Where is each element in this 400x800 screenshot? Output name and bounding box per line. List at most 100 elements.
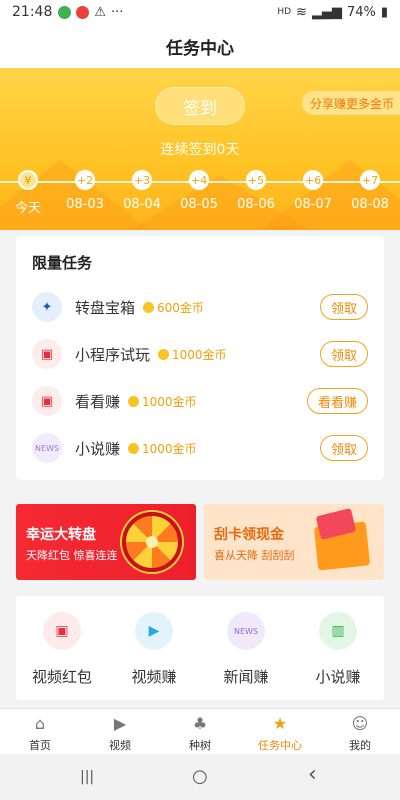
status-bar: 21:48 ⚠ ··· HD ≋ ▂▄▆ 74% ▮ (0, 0, 400, 24)
bottom-tab-bar: ⌂ 首页 ▶ 视频 ♣ 种树 ★ 任务中心 ☺ 我的 (0, 708, 400, 754)
checkin-day-label: 08-04 (123, 197, 161, 212)
earn-shortcuts-card: ▣ 视频红包 ▶ 视频赚 NEWS 新闻赚 ▥ 小说赚 (16, 596, 384, 700)
play-icon: ▶ (135, 612, 173, 650)
app-notification-icon (58, 5, 72, 19)
tab-label: 任务中心 (258, 739, 302, 752)
share-earn-button[interactable]: 分享赚更多金币 (301, 91, 400, 115)
book-icon: ▥ (319, 612, 357, 650)
checkin-day-badge: +7 (360, 170, 380, 190)
home-icon: ⌂ (34, 714, 46, 733)
battery-icon: ▮ (380, 4, 388, 20)
tab-home[interactable]: ⌂ 首页 (5, 713, 75, 753)
shortcut-label: 小说赚 (315, 668, 361, 686)
task-row: ▣ 看看赚 1000金币 看看赚 (16, 381, 384, 421)
back-icon[interactable]: ‹ (308, 762, 317, 787)
app-notification-icon (76, 5, 90, 19)
task-name: 小说赚 (75, 439, 121, 458)
signal-icon: ▂▄▆ (311, 4, 342, 20)
checkin-day-label: 08-06 (237, 197, 275, 212)
checkin-button[interactable]: 签到 (155, 87, 245, 125)
shortcut-video-earn[interactable]: ▶ 视频赚 (109, 612, 199, 687)
notification-icons: ⚠ ··· (58, 5, 123, 20)
tab-label: 我的 (349, 739, 371, 752)
watch-earn-button[interactable]: 看看赚 (306, 388, 368, 414)
tab-video[interactable]: ▶ 视频 (85, 713, 155, 753)
task-name: 小程序试玩 (75, 345, 151, 364)
shortcut-label: 视频赚 (131, 668, 177, 686)
wifi-icon: ≋ (296, 4, 307, 20)
checkin-day-label: 今天 (14, 201, 41, 216)
task-name: 转盘宝箱 (75, 298, 136, 317)
tab-profile[interactable]: ☺ 我的 (325, 713, 395, 753)
video-icon: ▶ (113, 714, 127, 733)
task-row: ▣ 小程序试玩 1000金币 领取 (16, 334, 384, 374)
coin-icon (128, 395, 140, 407)
shortcut-label: 视频红包 (31, 668, 92, 686)
coin-icon (158, 348, 170, 360)
checkin-day: +4 08-05 (169, 170, 229, 212)
tab-task-center[interactable]: ★ 任务中心 (245, 713, 315, 753)
shortcut-video-red-packet[interactable]: ▣ 视频红包 (17, 612, 107, 687)
task-reward: 1000金币 (142, 441, 197, 456)
checkin-day-label: 08-08 (351, 197, 389, 212)
system-nav-bar: ||| ○ ‹ (0, 754, 400, 800)
promo-subtitle: 天降红包 惊喜连连 (26, 549, 118, 562)
checkin-day-badge: +6 (303, 170, 323, 190)
red-envelope-icon: ▣ (32, 339, 62, 369)
checkin-day: +7 08-08 (340, 170, 400, 212)
checkin-day: +6 08-07 (283, 170, 343, 212)
checkin-day: ¥ 今天 (0, 170, 58, 216)
shortcut-news-earn[interactable]: NEWS 新闻赚 (201, 612, 291, 687)
task-row: NEWS 小说赚 1000金币 领取 (16, 428, 384, 468)
more-notifications: ··· (111, 4, 124, 20)
prize-wheel-icon (122, 512, 182, 572)
coin-icon: ¥ (18, 170, 38, 190)
checkin-day-badge: +4 (189, 170, 209, 190)
checkin-day-badge: +5 (246, 170, 266, 190)
recents-icon[interactable]: ||| (80, 769, 94, 785)
lucky-wheel-banner[interactable]: 幸运大转盘 天降红包 惊喜连连 (16, 504, 196, 580)
task-row: ✦ 转盘宝箱 600金币 领取 (16, 287, 384, 327)
profile-icon: ☺ (351, 714, 369, 733)
checkin-day-badge: +2 (75, 170, 95, 190)
checkin-day: +5 08-06 (226, 170, 286, 212)
checkin-day-label: 08-03 (66, 197, 104, 212)
promo-title: 幸运大转盘 (26, 527, 96, 543)
limited-tasks-card: 限量任务 ✦ 转盘宝箱 600金币 领取 ▣ 小程序试玩 1000金币 领取 ▣… (16, 236, 384, 480)
home-button-icon[interactable]: ○ (192, 766, 208, 787)
promo-subtitle: 喜从天降 刮刮刮 (214, 549, 295, 562)
checkin-day-label: 08-05 (180, 197, 218, 212)
task-center-icon: ★ (272, 714, 288, 733)
hd-indicator: HD (277, 7, 292, 17)
status-time: 21:48 (12, 4, 53, 20)
checkin-banner: 签到 分享赚更多金币 连续签到0天 ¥ 今天 +2 08-03 +3 08-04… (0, 68, 400, 230)
page-title: 任务中心 (166, 38, 234, 59)
promo-title: 刮卡领现金 (214, 527, 284, 543)
news-icon: NEWS (32, 433, 62, 463)
scratch-card-banner[interactable]: 刮卡领现金 喜从天降 刮刮刮 (204, 504, 384, 580)
shortcut-novel-earn[interactable]: ▥ 小说赚 (293, 612, 383, 687)
claim-button[interactable]: 领取 (319, 294, 368, 320)
battery-level: 74% (346, 4, 376, 20)
task-reward: 1000金币 (142, 394, 197, 409)
warning-icon: ⚠ (94, 4, 107, 20)
tab-plant-tree[interactable]: ♣ 种树 (165, 713, 235, 753)
red-envelope-icon: ▣ (43, 612, 81, 650)
limited-tasks-title: 限量任务 (32, 254, 93, 272)
checkin-streak: 连续签到0天 (160, 142, 240, 158)
coin-icon (143, 301, 155, 313)
news-icon: NEWS (227, 612, 265, 650)
checkin-day-badge: +3 (132, 170, 152, 190)
wheel-center (146, 536, 158, 548)
tab-label: 首页 (29, 739, 51, 752)
task-name: 看看赚 (75, 392, 121, 411)
tab-label: 视频 (109, 739, 131, 752)
coin-icon (128, 442, 140, 454)
claim-button[interactable]: 领取 (319, 435, 368, 461)
checkin-day-label: 08-07 (294, 197, 332, 212)
claim-button[interactable]: 领取 (319, 341, 368, 367)
task-reward: 600金币 (157, 300, 204, 315)
red-envelope-icon: ▣ (32, 386, 62, 416)
tree-icon: ♣ (192, 714, 208, 733)
page-title-bar: 任务中心 (0, 24, 400, 68)
